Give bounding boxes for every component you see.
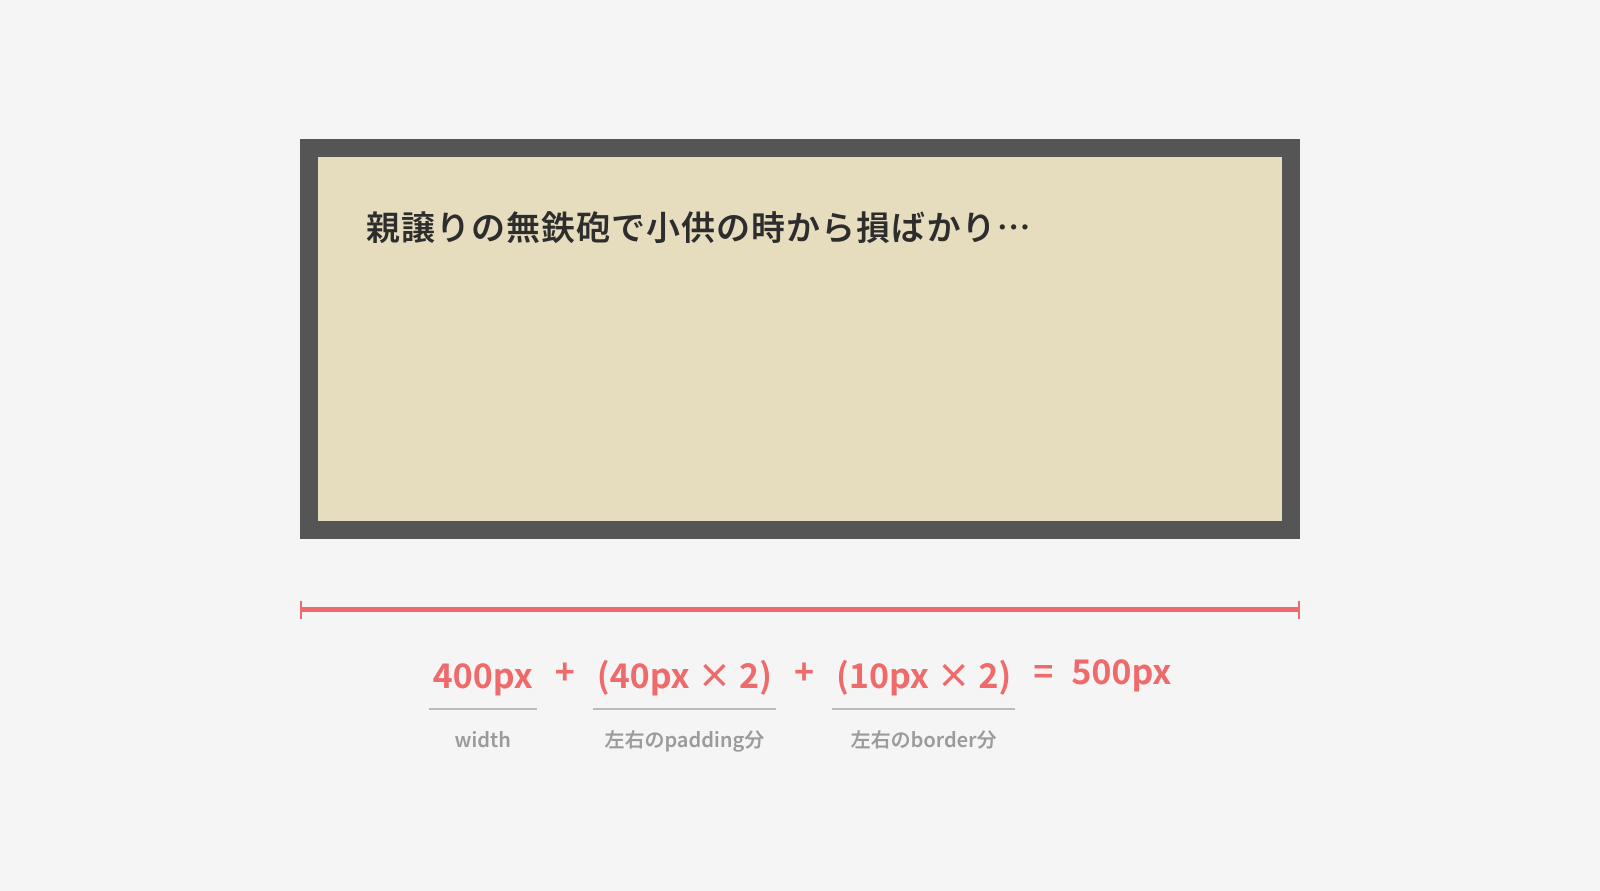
demo-box-text: 親譲りの無鉄砲で小供の時から損ばかり… [366,201,1234,250]
term-border-label: 左右のborder分 [851,724,997,753]
term-border-underline [832,708,1015,710]
term-padding-value: (40px × 2) [593,649,776,708]
plus-2: + [794,649,814,687]
term-width-underline [429,708,537,710]
width-ruler [300,601,1300,619]
term-padding-label: 左右のpadding分 [604,724,764,753]
equation-result: 500px [1071,649,1171,687]
ruler-bar [302,607,1298,612]
width-equation: 400px width + (40px × 2) 左右のpadding分 + (… [429,649,1172,753]
diagram-wrapper: 親譲りの無鉄砲で小供の時から損ばかり… 400px width + (40px … [300,139,1300,753]
ruler-line [300,601,1300,619]
term-padding: (40px × 2) 左右のpadding分 [593,649,776,753]
equals-sign: = [1033,649,1053,687]
term-width-label: width [454,724,510,753]
term-width-value: 400px [429,649,537,708]
demo-box: 親譲りの無鉄砲で小供の時から損ばかり… [300,139,1300,539]
term-width: 400px width [429,649,537,753]
term-border-value: (10px × 2) [832,649,1015,708]
plus-1: + [555,649,575,687]
term-border: (10px × 2) 左右のborder分 [832,649,1015,753]
ruler-cap-right [1298,601,1300,619]
term-padding-underline [593,708,776,710]
